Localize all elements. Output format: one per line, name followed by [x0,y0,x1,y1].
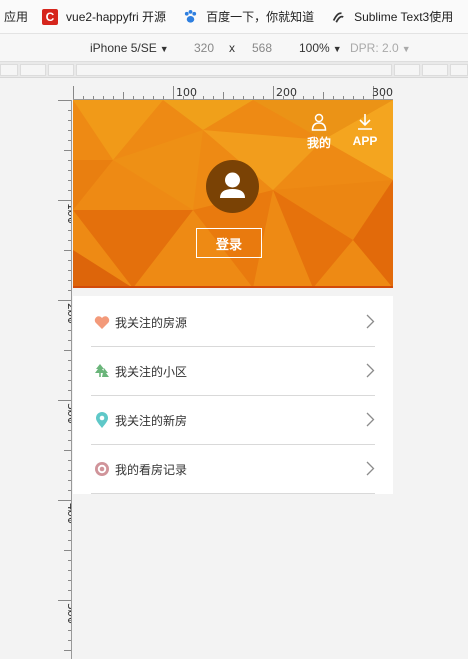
v-ruler-label-400: 400 [65,503,72,524]
my-account-label: 我的 [306,136,331,150]
baidu-paw-icon [182,9,198,25]
menu-item-label: 我的看房记录 [115,462,188,477]
bookmark-vue2-label: vue2-happyfri 开源 [66,10,167,24]
device-name: iPhone 5/SE [90,41,157,55]
tree-icon [93,362,111,380]
v-ruler-label-100: 100 [65,203,72,224]
horizontal-ruler: 100 200 300 [73,86,393,100]
device-select[interactable]: iPhone 5/SE ▼ [90,41,169,55]
heart-icon [93,313,111,331]
chevron-down-icon: ▼ [401,44,411,54]
bookmark-apps[interactable]: 应用 [4,8,28,25]
bookmark-sublime[interactable]: Sublime Text3使用 [330,8,453,25]
eye-icon [93,460,111,478]
menu-item-label: 我关注的新房 [115,413,188,428]
avatar[interactable] [206,160,259,213]
chevron-right-icon [366,412,375,427]
my-account-button[interactable]: 我的 [299,113,339,151]
chevron-right-icon [366,314,375,329]
csdn-c-icon: C [42,8,59,25]
h-ruler-label-100: 100 [176,86,197,99]
phone-viewport: 我的 APP 登录 我关注的房源 我关注的小区 我关注的新房 我的看房记录 [73,100,393,659]
menu-item-viewing-history[interactable]: 我的看房记录 [91,445,375,494]
profile-header: 我的 APP 登录 [73,100,393,288]
menu-item-label: 我关注的房源 [115,315,188,330]
user-outline-icon [299,113,339,133]
download-app-label: APP [352,134,378,148]
h-ruler-label-300: 300 [372,86,393,99]
bookmark-sublime-label: Sublime Text3使用 [354,10,454,24]
bookmark-baidu-label: 百度一下，你就知道 [206,10,315,24]
menu-item-followed-new-homes[interactable]: 我关注的新房 [91,396,375,445]
favorites-menu: 我关注的房源 我关注的小区 我关注的新房 我的看房记录 [73,296,393,494]
download-icon [345,113,385,133]
login-button[interactable]: 登录 [196,228,262,258]
download-app-button[interactable]: APP [345,113,385,148]
menu-item-followed-listings[interactable]: 我关注的房源 [91,298,375,347]
v-ruler-label-200: 200 [65,303,72,324]
chevron-right-icon [366,363,375,378]
width-input[interactable]: 320 [194,41,214,55]
chevron-right-icon [366,461,375,476]
bookmarks-bar: 应用 C vue2-happyfri 开源 百度一下，你就知道 Sublime … [0,0,468,34]
height-input[interactable]: 568 [252,41,272,55]
vertical-ruler: 100 200 300 400 500 [58,100,72,659]
location-pin-icon [93,411,111,429]
device-toolbar: iPhone 5/SE ▼ 320 x 568 100% ▼ DPR: 2.0 ▼ [0,34,468,62]
h-ruler-label-200: 200 [276,86,297,99]
media-query-bar [0,62,468,78]
bookmark-apps-label: 应用 [4,10,29,24]
dpr-select[interactable]: DPR: 2.0 ▼ [350,41,411,55]
bookmark-vue2-happyfri[interactable]: C vue2-happyfri 开源 [42,8,166,25]
times-sign: x [229,41,235,55]
chevron-down-icon: ▼ [332,44,342,54]
menu-item-followed-communities[interactable]: 我关注的小区 [91,347,375,396]
zoom-value: 100% [299,41,330,55]
dpr-value: DPR: 2.0 [350,41,399,55]
user-silhouette-icon [220,172,245,198]
chevron-down-icon: ▼ [159,44,169,54]
v-ruler-label-500: 500 [65,603,72,624]
menu-item-label: 我关注的小区 [115,364,188,379]
sublime-icon [330,9,346,25]
v-ruler-label-300: 300 [65,403,72,424]
zoom-select[interactable]: 100% ▼ [299,41,342,55]
bookmark-baidu[interactable]: 百度一下，你就知道 [182,8,314,25]
